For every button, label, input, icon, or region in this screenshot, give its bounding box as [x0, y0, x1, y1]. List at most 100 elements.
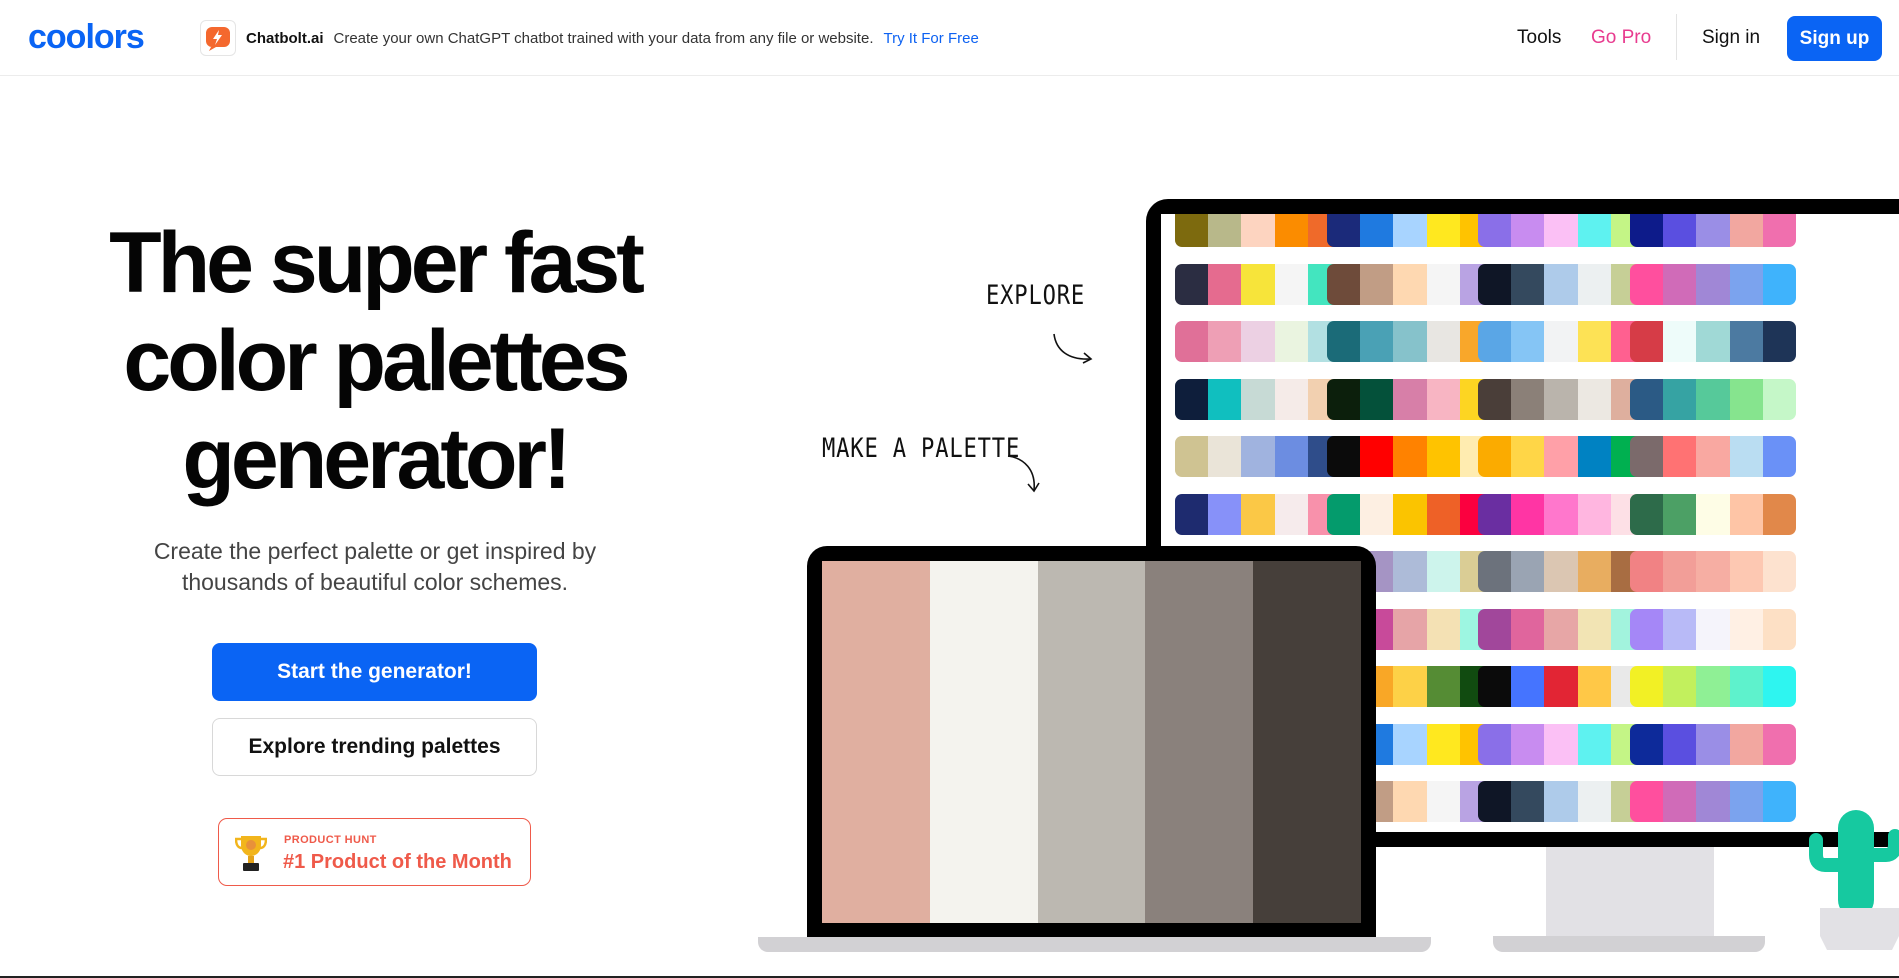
palette-swatch [1696, 214, 1730, 247]
palette-swatch [1393, 321, 1427, 362]
palette-swatch [1544, 493, 1578, 535]
palette-swatch [1511, 493, 1545, 535]
palette-swatch [1360, 263, 1394, 305]
laptop-base [758, 937, 1431, 952]
palette-swatch [1511, 321, 1545, 362]
palette-swatch [1478, 436, 1512, 477]
nav-tools-link[interactable]: Tools [1517, 18, 1561, 58]
palette-swatch [1511, 436, 1545, 477]
palette-card [1630, 666, 1796, 707]
palette-swatch [1426, 723, 1460, 765]
palette-card [1630, 321, 1796, 362]
laptop-palette-swatch [929, 561, 1038, 923]
palette-swatch [1630, 723, 1664, 765]
palette-swatch [1393, 493, 1427, 535]
palette-swatch [1393, 666, 1427, 707]
palette-swatch [1696, 436, 1730, 477]
palette-swatch [1762, 263, 1796, 305]
palette-card [1630, 723, 1796, 765]
palette-card [1478, 214, 1644, 247]
palette-swatch [1360, 493, 1394, 535]
palette-swatch [1577, 321, 1611, 362]
palette-swatch [1544, 723, 1578, 765]
palette-swatch [1762, 666, 1796, 707]
palette-swatch [1241, 378, 1275, 420]
palette-swatch [1544, 551, 1578, 592]
palette-swatch [1630, 214, 1664, 247]
palette-swatch [1327, 263, 1361, 305]
palette-swatch [1663, 781, 1697, 822]
palette-swatch [1729, 551, 1763, 592]
palette-swatch [1663, 551, 1697, 592]
palette-swatch [1696, 723, 1730, 765]
palette-swatch [1241, 321, 1275, 362]
palette-swatch [1630, 436, 1664, 477]
palette-swatch [1630, 493, 1664, 535]
palette-card [1327, 378, 1493, 420]
palette-swatch [1478, 551, 1512, 592]
make-palette-annotation: MAKE A PALETTE [822, 433, 1021, 464]
palette-swatch [1544, 214, 1578, 247]
ad-brand-name: Chatbolt.ai [246, 29, 324, 47]
palette-swatch [1511, 608, 1545, 650]
palette-card [1630, 436, 1796, 477]
palette-swatch [1663, 723, 1697, 765]
palette-swatch [1577, 214, 1611, 247]
palette-swatch [1426, 263, 1460, 305]
start-generator-button[interactable]: Start the generator! [212, 643, 537, 701]
palette-swatch [1762, 436, 1796, 477]
palette-swatch [1426, 608, 1460, 650]
palette-swatch [1663, 378, 1697, 420]
palette-swatch [1426, 436, 1460, 477]
make-palette-arrow-icon [1007, 455, 1040, 493]
coolors-logo[interactable]: coolors [28, 20, 168, 54]
explore-annotation: EXPLORE [986, 280, 1086, 311]
palette-swatch [1478, 608, 1512, 650]
palette-swatch [1544, 378, 1578, 420]
sponsored-ad[interactable]: Chatbolt.ai Create your own ChatGPT chat… [200, 20, 979, 56]
palette-card [1478, 781, 1644, 822]
nav-go-pro-link[interactable]: Go Pro [1591, 18, 1651, 58]
hero-title-line: The super fast [109, 215, 645, 311]
laptop-palette-swatch [1037, 561, 1146, 923]
palette-swatch [1327, 378, 1361, 420]
ad-description: Create your own ChatGPT chatbot trained … [333, 29, 874, 47]
palette-swatch [1241, 436, 1275, 477]
explore-trending-palettes-button[interactable]: Explore trending palettes [212, 718, 537, 776]
palette-swatch [1393, 214, 1427, 247]
palette-swatch [1663, 321, 1697, 362]
product-hunt-badge[interactable]: PRODUCT HUNT #1 Product of the Month [218, 818, 531, 886]
palette-swatch [1426, 493, 1460, 535]
palette-card [1630, 608, 1796, 650]
palette-swatch [1175, 263, 1209, 305]
hero-subtitle-line: thousands of beautiful color schemes. [181, 569, 569, 595]
palette-swatch [1762, 551, 1796, 592]
palette-swatch [1478, 666, 1512, 707]
palette-swatch [1663, 263, 1697, 305]
palette-card [1175, 378, 1341, 420]
palette-swatch [1762, 321, 1796, 362]
palette-swatch [1762, 781, 1796, 822]
laptop-palette-swatch [822, 561, 930, 923]
palette-swatch [1696, 666, 1730, 707]
palette-swatch [1511, 378, 1545, 420]
palette-swatch [1327, 214, 1361, 247]
palette-swatch [1729, 321, 1763, 362]
ad-cta-link[interactable]: Try It For Free [884, 30, 979, 47]
sign-up-button[interactable]: Sign up [1787, 16, 1882, 61]
top-navigation-bar: coolors Chatbolt.ai Create your own Chat… [0, 0, 1899, 76]
explore-arrow-icon [1053, 333, 1093, 364]
laptop-palette-swatch [1145, 561, 1254, 923]
palette-swatch [1393, 263, 1427, 305]
palette-swatch [1696, 263, 1730, 305]
palette-swatch [1208, 263, 1242, 305]
palette-swatch [1729, 666, 1763, 707]
palette-swatch [1630, 781, 1664, 822]
palette-swatch [1511, 781, 1545, 822]
palette-swatch [1729, 493, 1763, 535]
sign-in-link[interactable]: Sign in [1702, 18, 1760, 58]
laptop-illustration [807, 546, 1376, 937]
palette-swatch [1478, 378, 1512, 420]
palette-swatch [1511, 723, 1545, 765]
palette-swatch [1762, 608, 1796, 650]
